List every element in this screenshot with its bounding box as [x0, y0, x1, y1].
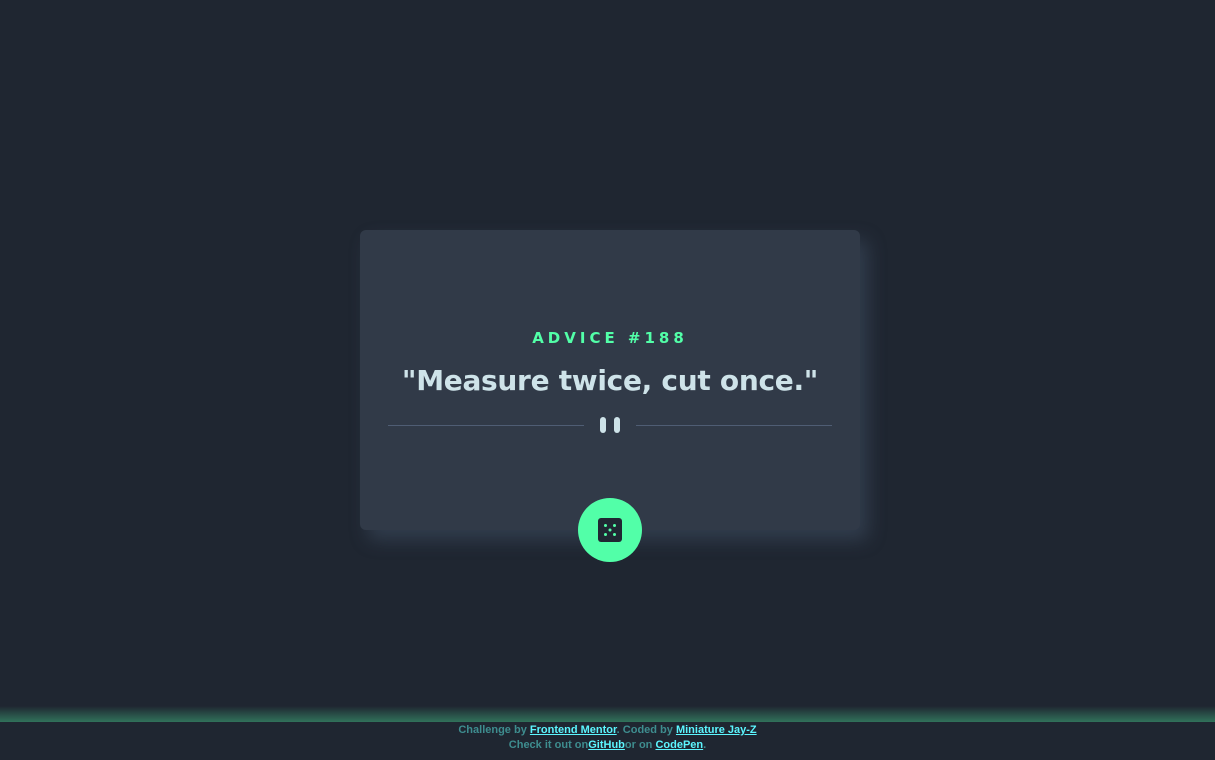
or-on-text: or on: [624, 739, 656, 751]
challenge-prefix: Challenge by: [458, 724, 530, 736]
dice-icon: [598, 518, 622, 542]
attribution-footer: Challenge by Frontend Mentor. Coded by M…: [0, 722, 1215, 760]
coded-by-text: . Coded by: [616, 724, 676, 736]
divider: [388, 417, 832, 433]
github-link[interactable]: GitHub: [588, 739, 625, 751]
check-out-text: Check it out on: [508, 739, 589, 751]
codepen-link[interactable]: CodePen: [655, 739, 703, 751]
attribution-line-1: Challenge by Frontend Mentor. Coded by M…: [0, 723, 1215, 738]
attribution-line-2: Check it out onGitHubor on CodePen.: [0, 738, 1215, 753]
footer-glow: [0, 706, 1215, 722]
divider-line-right: [636, 425, 832, 426]
advice-card: ADVICE #188 "Measure twice, cut once.": [360, 230, 860, 530]
frontend-mentor-link[interactable]: Frontend Mentor: [530, 724, 617, 736]
advice-id: ADVICE #188: [532, 329, 688, 347]
pause-icon: [600, 417, 620, 433]
period-text: .: [703, 739, 707, 751]
advice-quote: "Measure twice, cut once.": [401, 364, 819, 397]
new-advice-button[interactable]: [578, 498, 642, 562]
divider-line-left: [388, 425, 584, 426]
author-link[interactable]: Miniature Jay-Z: [676, 724, 757, 736]
